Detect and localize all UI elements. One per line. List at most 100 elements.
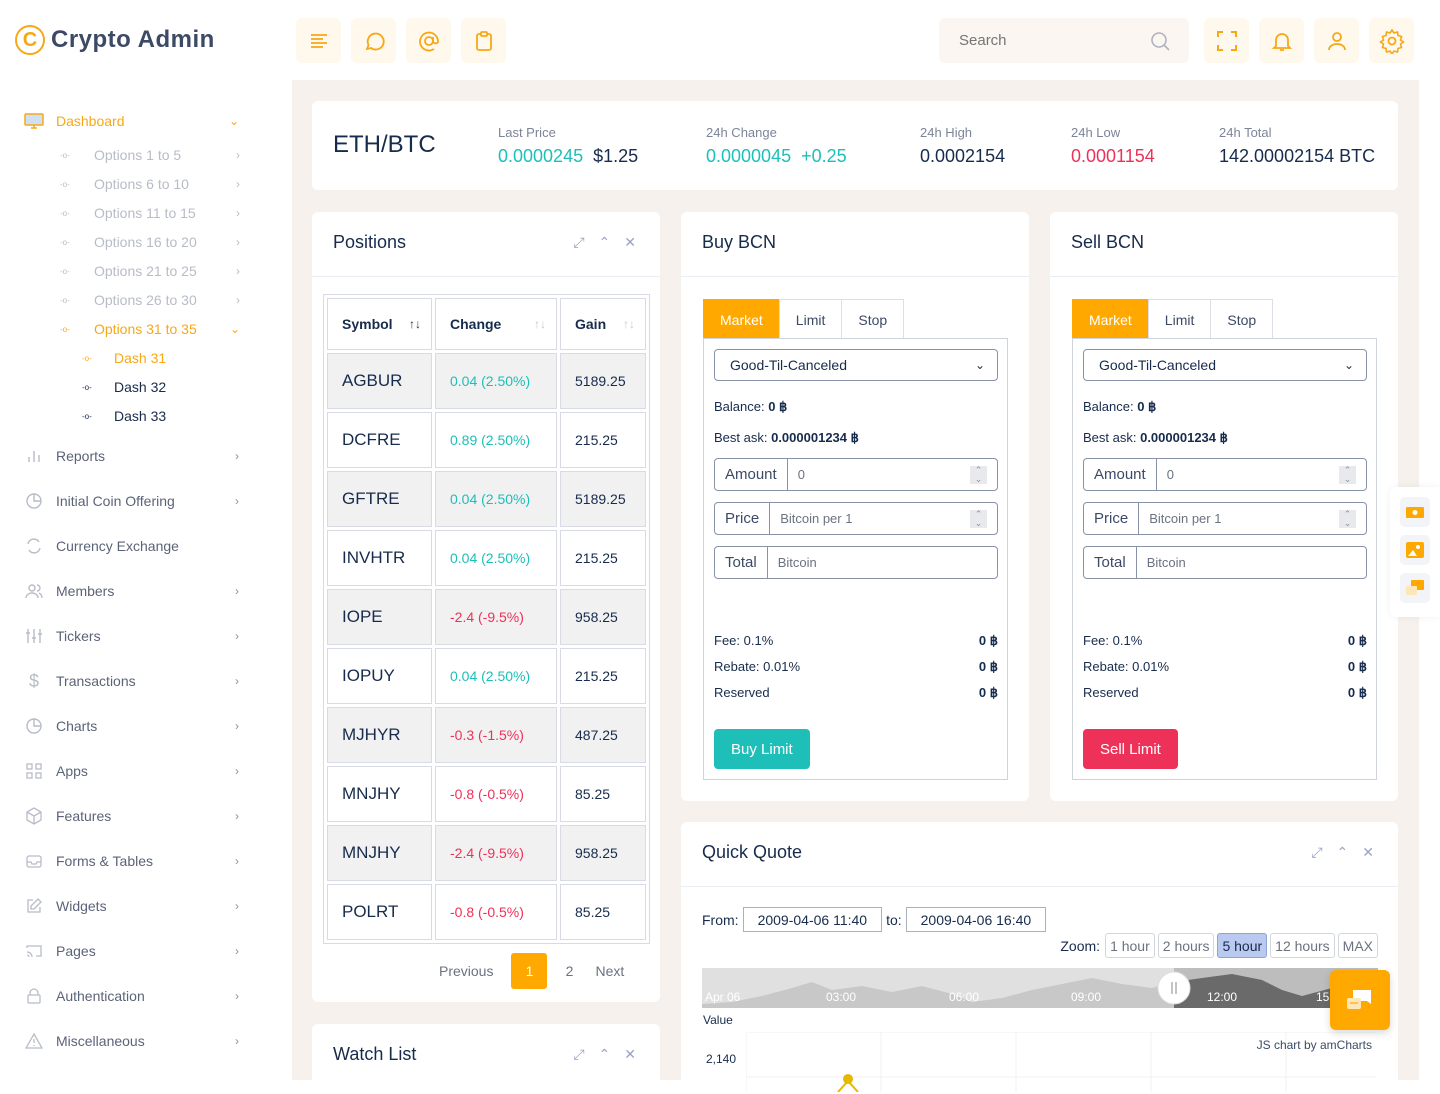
- pagination-previous[interactable]: Previous: [439, 963, 493, 979]
- zoom-2-hours-button[interactable]: 2 hours: [1157, 933, 1215, 958]
- table-row[interactable]: MJHYR -0.3 (-1.5%) 487.25: [327, 707, 646, 763]
- total-input[interactable]: Bitcoin: [1137, 555, 1366, 570]
- spinner-icon[interactable]: ⌃ ⌄: [970, 510, 987, 528]
- column-header-gain[interactable]: Gain ↑↓: [560, 298, 646, 350]
- to-date-input[interactable]: 2009-04-06 16:40: [905, 907, 1047, 932]
- sidebar-item-members[interactable]: Members ›: [24, 579, 244, 603]
- zoom-5-hour-button[interactable]: 5 hour: [1217, 933, 1268, 958]
- data-point[interactable]: [843, 1074, 853, 1084]
- cell-gain: 215.25: [560, 412, 646, 468]
- camera-button[interactable]: [1400, 497, 1430, 527]
- tab-limit[interactable]: Limit: [1147, 299, 1212, 339]
- stat-label: 24h Total: [1219, 125, 1272, 140]
- order-type-select[interactable]: Good-Til-Canceled ⌄: [714, 349, 998, 381]
- sidebar-item-ico[interactable]: Initial Coin Offering ›: [24, 489, 244, 513]
- collapse-icon[interactable]: ⌃: [1337, 844, 1349, 861]
- pagination-next[interactable]: Next: [595, 963, 624, 979]
- table-row[interactable]: GFTRE 0.04 (2.50%) 5189.25: [327, 471, 646, 527]
- sidebar-item-authentication[interactable]: Authentication ›: [24, 984, 244, 1008]
- close-icon[interactable]: ✕: [624, 1046, 636, 1063]
- sidebar-item-transactions[interactable]: $ Transactions ›: [24, 669, 244, 693]
- clipboard-button[interactable]: [461, 18, 506, 63]
- sidebar-subitem-options-16-20[interactable]: -o- Options 16 to 20 ›: [60, 230, 245, 254]
- table-row[interactable]: IOPE -2.4 (-9.5%) 958.25: [327, 589, 646, 645]
- fullscreen-button[interactable]: [1204, 18, 1249, 63]
- tab-stop[interactable]: Stop: [841, 299, 905, 339]
- user-button[interactable]: [1314, 18, 1359, 63]
- sidebar-item-widgets[interactable]: Widgets ›: [24, 894, 244, 918]
- order-type-select[interactable]: Good-Til-Canceled ⌄: [1083, 349, 1367, 381]
- column-header-symbol[interactable]: Symbol ↑↓: [327, 298, 432, 350]
- floating-chat-button[interactable]: [1330, 970, 1390, 1030]
- expand-icon[interactable]: ⤢: [573, 234, 584, 251]
- column-header-change[interactable]: Change ↑↓: [435, 298, 557, 350]
- sidebar-item-label: Tickers: [56, 628, 101, 644]
- sidebar-subitem-options-1-5[interactable]: -o- Options 1 to 5 ›: [60, 143, 245, 167]
- close-icon[interactable]: ✕: [624, 234, 636, 251]
- zoom-1-hour-button[interactable]: 1 hour: [1105, 933, 1155, 958]
- chat-button[interactable]: [351, 18, 396, 63]
- close-icon[interactable]: ✕: [1362, 844, 1374, 861]
- sidebar-item-charts[interactable]: Charts ›: [24, 714, 244, 738]
- sidebar-item-forms-tables[interactable]: Forms & Tables ›: [24, 849, 244, 873]
- zoom-max-button[interactable]: MAX: [1337, 933, 1378, 958]
- price-input[interactable]: Bitcoin per 1: [770, 511, 997, 526]
- tab-limit[interactable]: Limit: [778, 299, 843, 339]
- pagination-page-2[interactable]: 2: [551, 963, 587, 979]
- sidebar-dash-32[interactable]: -o- Dash 32: [82, 376, 166, 398]
- total-input[interactable]: Bitcoin: [768, 555, 997, 570]
- expand-icon[interactable]: ⤢: [573, 1046, 584, 1063]
- sidebar-dash-31[interactable]: -o- Dash 31: [82, 347, 166, 369]
- sidebar-subitem-options-21-25[interactable]: -o- Options 21 to 25 ›: [60, 259, 245, 283]
- sidebar-item-apps[interactable]: Apps ›: [24, 759, 244, 783]
- menu-toggle-button[interactable]: [296, 18, 341, 63]
- mail-button[interactable]: [406, 18, 451, 63]
- tab-stop[interactable]: Stop: [1210, 299, 1274, 339]
- sidebar-subitem-options-26-30[interactable]: -o- Options 26 to 30 ›: [60, 288, 245, 312]
- chart-credit[interactable]: JS chart by amCharts: [1257, 1038, 1372, 1052]
- sidebar-item-miscellaneous[interactable]: Miscellaneous ›: [24, 1029, 244, 1053]
- brand-logo[interactable]: C Crypto Admin: [15, 25, 215, 55]
- search-input[interactable]: [959, 32, 1139, 49]
- cell-change: -2.4 (-9.5%): [435, 589, 557, 645]
- sidebar-subitem-options-6-10[interactable]: -o- Options 6 to 10 ›: [60, 172, 245, 196]
- tab-market[interactable]: Market: [1072, 299, 1149, 339]
- sidebar-item-features[interactable]: Features ›: [24, 804, 244, 828]
- from-date-input[interactable]: 2009-04-06 11:40: [742, 907, 883, 932]
- table-row[interactable]: POLRT -0.8 (-0.5%) 85.25: [327, 884, 646, 940]
- zoom-12-hours-button[interactable]: 12 hours: [1270, 933, 1335, 958]
- sidebar-subitem-options-11-15[interactable]: -o- Options 11 to 15 ›: [60, 201, 245, 225]
- sidebar-item-dashboard[interactable]: Dashboard ⌄: [24, 109, 244, 133]
- settings-button[interactable]: [1369, 18, 1414, 63]
- spinner-icon[interactable]: ⌃ ⌄: [1339, 466, 1356, 484]
- amount-input[interactable]: 0: [1157, 467, 1366, 482]
- pagination-page-1[interactable]: 1: [511, 953, 548, 989]
- search-icon[interactable]: [1149, 30, 1171, 52]
- sidebar-subitem-options-31-35[interactable]: -o- Options 31 to 35 ⌄: [60, 317, 245, 341]
- tab-market[interactable]: Market: [703, 299, 780, 339]
- collapse-icon[interactable]: ⌃: [599, 234, 611, 251]
- spinner-icon[interactable]: ⌃ ⌄: [970, 466, 987, 484]
- notifications-button[interactable]: [1259, 18, 1304, 63]
- sidebar-item-currency-exchange[interactable]: Currency Exchange: [24, 534, 244, 558]
- spinner-icon[interactable]: ⌃ ⌄: [1339, 510, 1356, 528]
- sidebar-item-pages[interactable]: Pages ›: [24, 939, 244, 963]
- table-row[interactable]: DCFRE 0.89 (2.50%) 215.25: [327, 412, 646, 468]
- sidebar-dash-33[interactable]: -o- Dash 33: [82, 405, 166, 427]
- messages-icon: [1406, 580, 1424, 595]
- sidebar-item-reports[interactable]: Reports ›: [24, 444, 244, 468]
- table-row[interactable]: MNJHY -2.4 (-9.5%) 958.25: [327, 825, 646, 881]
- collapse-icon[interactable]: ⌃: [599, 1046, 611, 1063]
- price-input[interactable]: Bitcoin per 1: [1139, 511, 1366, 526]
- table-row[interactable]: MNJHY -0.8 (-0.5%) 85.25: [327, 766, 646, 822]
- sidebar-item-tickers[interactable]: Tickers ›: [24, 624, 244, 648]
- table-row[interactable]: AGBUR 0.04 (2.50%) 5189.25: [327, 353, 646, 409]
- chat-panel-button[interactable]: [1400, 573, 1430, 603]
- sell-limit-button[interactable]: Sell Limit: [1083, 729, 1178, 769]
- image-button[interactable]: [1400, 535, 1430, 565]
- table-row[interactable]: INVHTR 0.04 (2.50%) 215.25: [327, 530, 646, 586]
- expand-icon[interactable]: ⤢: [1311, 844, 1322, 861]
- buy-limit-button[interactable]: Buy Limit: [714, 729, 810, 769]
- table-row[interactable]: IOPUY 0.04 (2.50%) 215.25: [327, 648, 646, 704]
- amount-input[interactable]: 0: [788, 467, 997, 482]
